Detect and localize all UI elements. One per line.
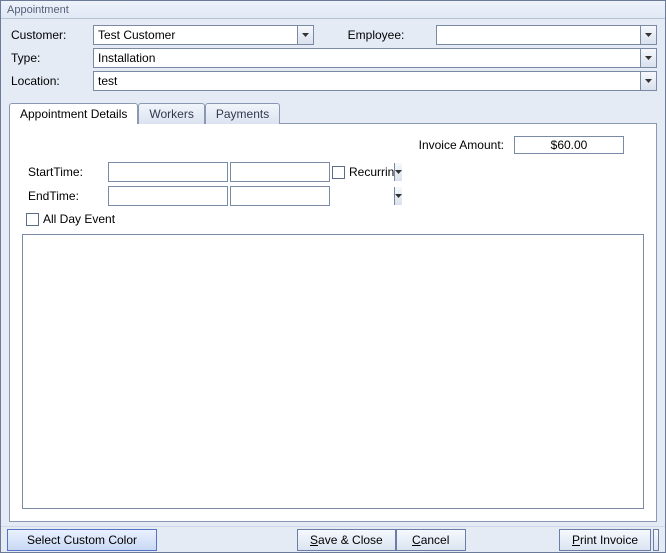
footer-handle[interactable] bbox=[653, 529, 659, 551]
endtime-date-input[interactable] bbox=[108, 186, 228, 206]
cancel-button[interactable]: Cancel bbox=[396, 529, 466, 551]
footer: Select Custom Color Save & Close Cancel … bbox=[1, 526, 665, 552]
tab-appointment-details[interactable]: Appointment Details bbox=[9, 103, 138, 124]
endtime-label: EndTime: bbox=[26, 189, 106, 203]
starttime-time-combo[interactable] bbox=[230, 162, 330, 182]
location-label: Location: bbox=[9, 74, 87, 88]
dropdown-arrow-icon[interactable] bbox=[640, 49, 656, 67]
customer-label: Customer: bbox=[9, 28, 87, 42]
dropdown-arrow-icon[interactable] bbox=[297, 26, 313, 44]
tabpanel-details: Invoice Amount: $60.00 StartTime: Recurr… bbox=[9, 123, 657, 522]
type-label: Type: bbox=[9, 51, 87, 65]
starttime-label: StartTime: bbox=[26, 165, 106, 179]
employee-input[interactable] bbox=[437, 26, 640, 44]
tab-workers[interactable]: Workers bbox=[138, 103, 204, 124]
tabs-area: Appointment Details Workers Payments Inv… bbox=[1, 101, 665, 526]
print-invoice-button[interactable]: Print Invoice bbox=[559, 529, 651, 551]
header-form: Customer: Employee: Type: Location: bbox=[1, 19, 665, 101]
appointment-window: Appointment Customer: Employee: Type: Lo… bbox=[0, 0, 666, 553]
dropdown-arrow-icon[interactable] bbox=[640, 26, 656, 44]
save-and-close-button[interactable]: Save & Close bbox=[297, 529, 396, 551]
type-combo[interactable] bbox=[93, 48, 657, 68]
type-input[interactable] bbox=[94, 49, 640, 67]
dropdown-arrow-icon[interactable] bbox=[640, 72, 656, 90]
allday-label: All Day Event bbox=[43, 212, 115, 226]
invoice-row: Invoice Amount: $60.00 bbox=[22, 134, 644, 162]
window-title: Appointment bbox=[1, 1, 665, 19]
customer-combo[interactable] bbox=[93, 25, 314, 45]
endtime-time-combo[interactable] bbox=[230, 186, 330, 206]
customer-input[interactable] bbox=[94, 26, 297, 44]
tabstrip: Appointment Details Workers Payments bbox=[9, 101, 657, 123]
notes-textarea[interactable] bbox=[22, 234, 644, 509]
employee-combo[interactable] bbox=[436, 25, 657, 45]
allday-checkbox[interactable]: All Day Event bbox=[22, 206, 644, 232]
employee-label: Employee: bbox=[320, 28, 430, 42]
dropdown-arrow-icon[interactable] bbox=[394, 163, 402, 181]
checkbox-icon[interactable] bbox=[26, 213, 39, 226]
location-combo[interactable] bbox=[93, 71, 657, 91]
location-input[interactable] bbox=[94, 72, 640, 90]
select-custom-color-button[interactable]: Select Custom Color bbox=[7, 529, 157, 551]
tab-payments[interactable]: Payments bbox=[205, 103, 280, 124]
dropdown-arrow-icon[interactable] bbox=[394, 187, 402, 205]
invoice-amount-label: Invoice Amount: bbox=[419, 138, 504, 152]
starttime-date-input[interactable] bbox=[108, 162, 228, 182]
time-grid: StartTime: Recurring EndTime: bbox=[22, 162, 622, 206]
invoice-amount-value: $60.00 bbox=[514, 136, 624, 154]
